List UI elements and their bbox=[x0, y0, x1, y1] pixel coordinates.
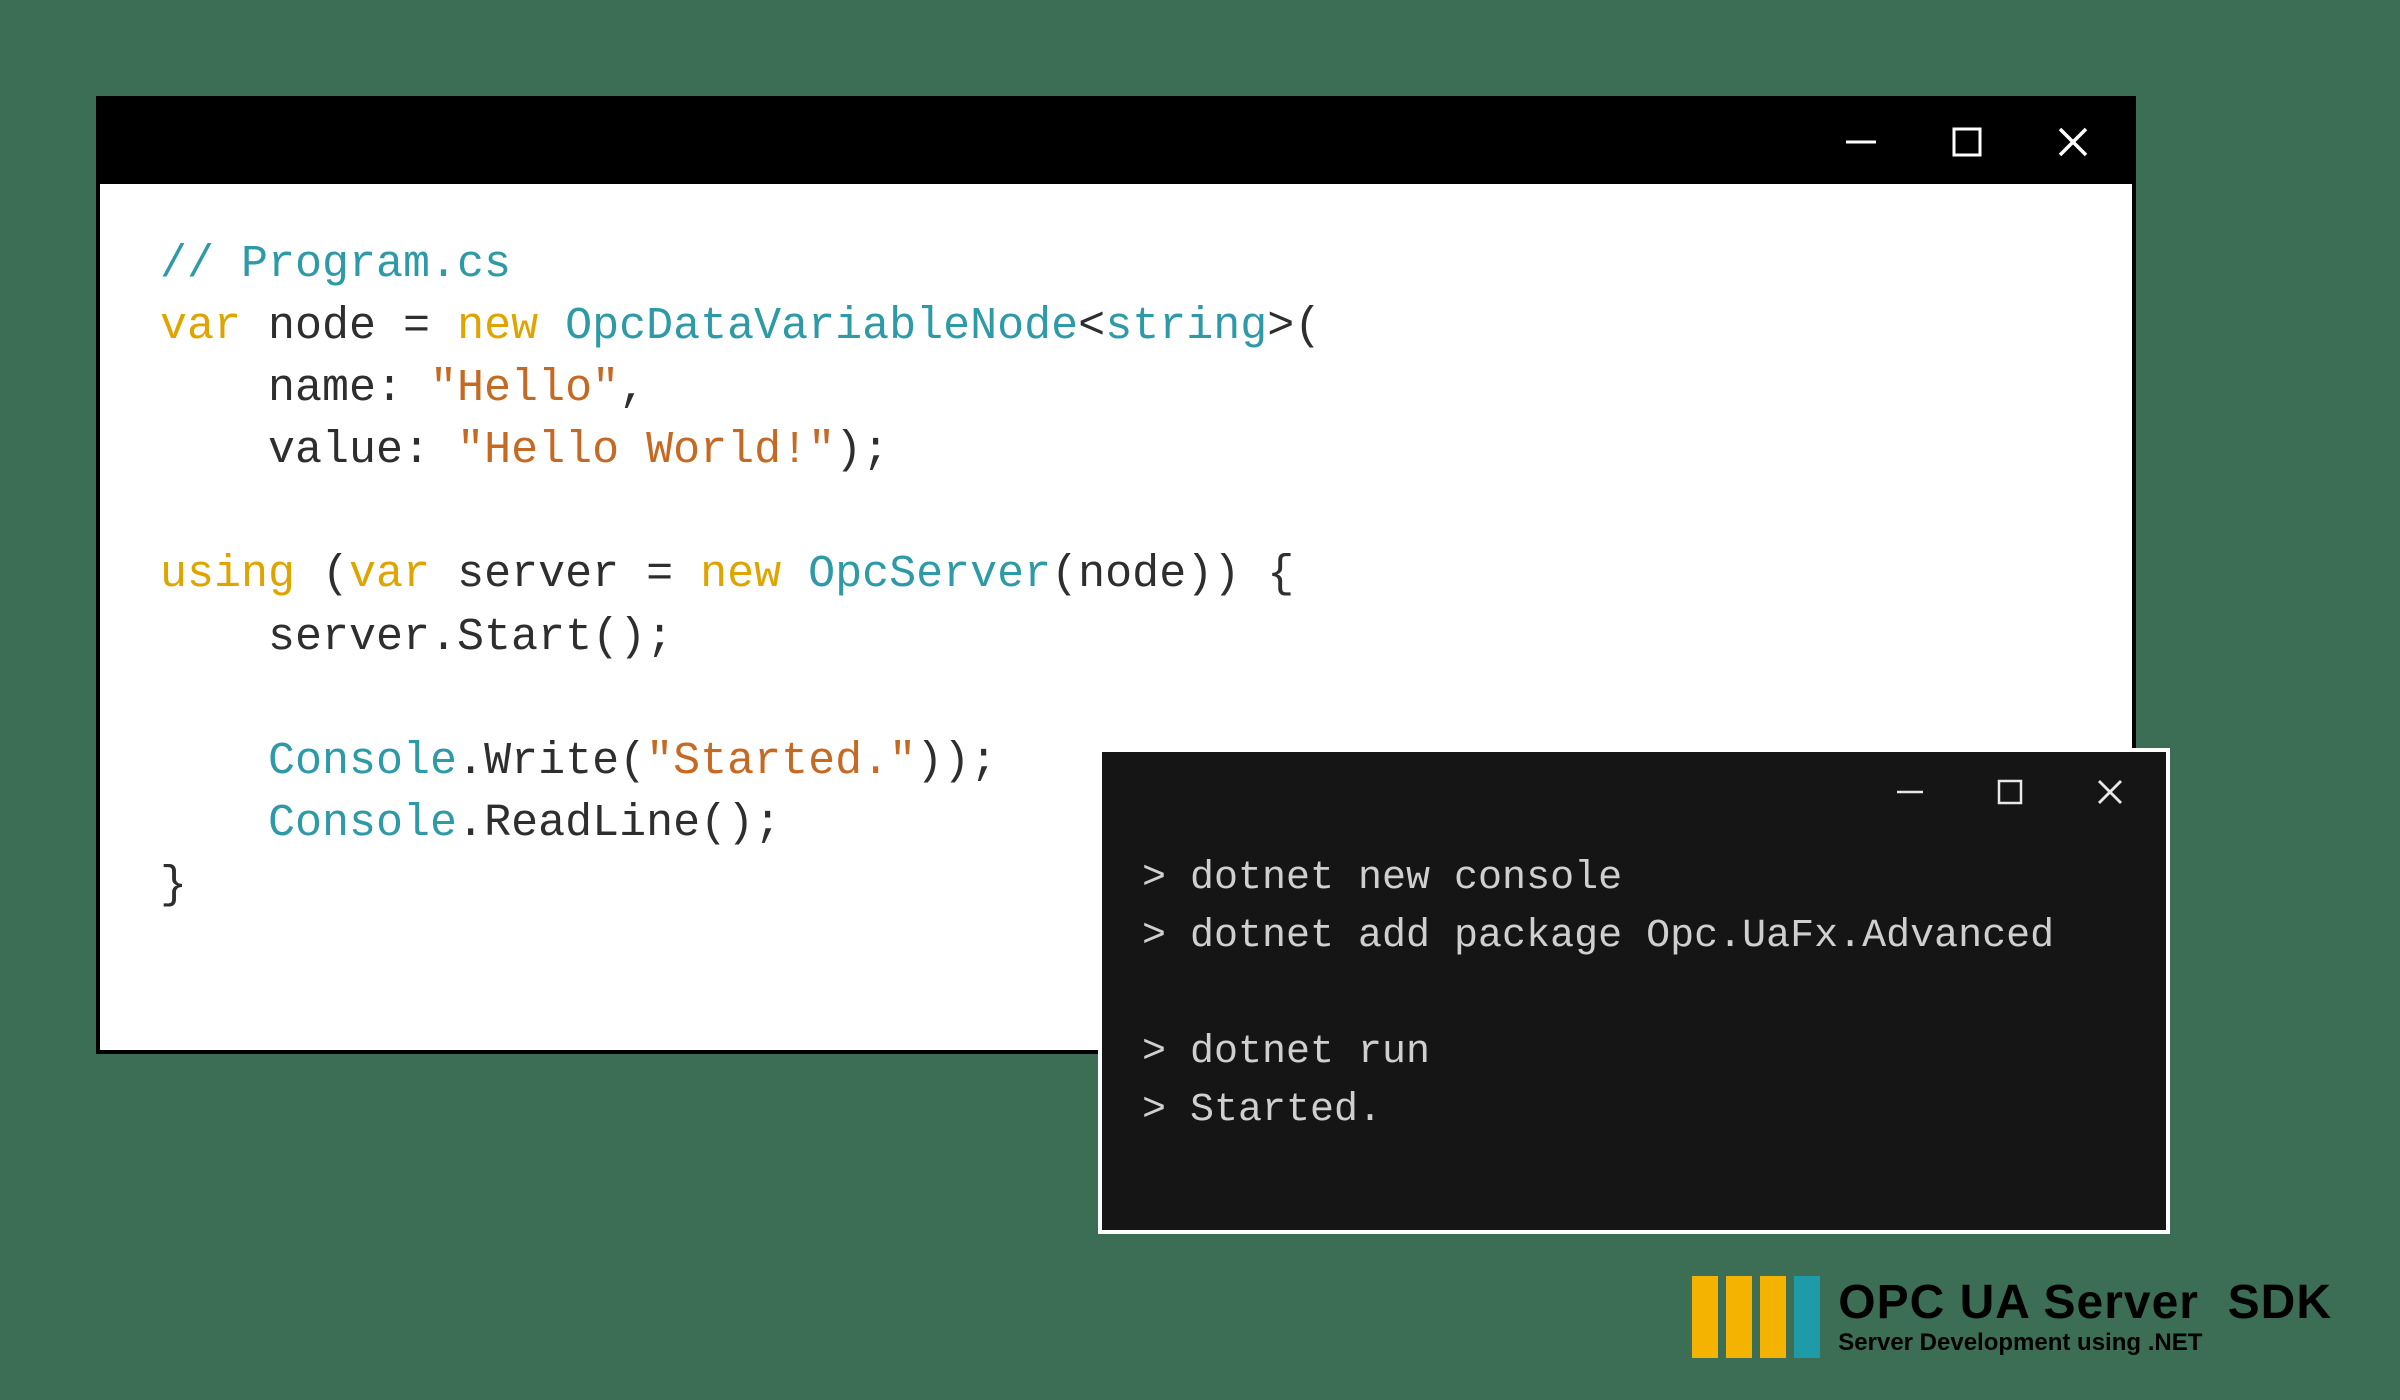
code-token: Console bbox=[268, 798, 457, 849]
code-token: "Started." bbox=[646, 736, 916, 787]
code-window-titlebar bbox=[100, 100, 2132, 184]
code-comment: // Program.cs bbox=[160, 239, 511, 290]
code-token: server = bbox=[430, 549, 700, 600]
code-token: Console bbox=[268, 736, 457, 787]
product-badge: OPC UA Server SDK Server Development usi… bbox=[1692, 1276, 2332, 1358]
maximize-icon bbox=[1995, 777, 2025, 807]
code-token: "Hello" bbox=[430, 363, 619, 414]
terminal-line: > dotnet new console bbox=[1142, 856, 1622, 901]
code-token: using bbox=[160, 549, 295, 600]
code-token: ( bbox=[295, 549, 349, 600]
close-icon bbox=[2094, 776, 2126, 808]
code-token: ); bbox=[835, 425, 889, 476]
code-token: >( bbox=[1267, 301, 1321, 352]
badge-title: OPC UA Server SDK bbox=[1838, 1279, 2332, 1327]
code-token: .ReadLine(); bbox=[457, 798, 781, 849]
code-token bbox=[160, 736, 268, 787]
logo-bar bbox=[1692, 1276, 1718, 1358]
minimize-icon bbox=[1893, 775, 1927, 809]
code-token: OpcServer bbox=[781, 549, 1051, 600]
code-token: var bbox=[160, 301, 241, 352]
terminal-content: > dotnet new console > dotnet add packag… bbox=[1102, 832, 2166, 1180]
logo-bar bbox=[1760, 1276, 1786, 1358]
close-button[interactable] bbox=[2080, 762, 2140, 822]
code-token: new bbox=[700, 549, 781, 600]
badge-subtitle: Server Development using .NET bbox=[1838, 1331, 2332, 1355]
logo-bar bbox=[1794, 1276, 1820, 1358]
maximize-button[interactable] bbox=[1934, 109, 2000, 175]
terminal-window: > dotnet new console > dotnet add packag… bbox=[1098, 748, 2170, 1234]
code-token: name: bbox=[160, 363, 430, 414]
close-button[interactable] bbox=[2040, 109, 2106, 175]
code-token: OpcDataVariableNode bbox=[538, 301, 1078, 352]
code-token: "Hello World!" bbox=[457, 425, 835, 476]
code-token: var bbox=[349, 549, 430, 600]
terminal-line: > dotnet add package Opc.UaFx.Advanced bbox=[1142, 914, 2054, 959]
code-token: node = bbox=[241, 301, 457, 352]
code-token: < bbox=[1078, 301, 1105, 352]
code-token: string bbox=[1105, 301, 1267, 352]
code-token: .Write( bbox=[457, 736, 646, 787]
badge-text: OPC UA Server SDK Server Development usi… bbox=[1838, 1279, 2332, 1355]
terminal-titlebar bbox=[1102, 752, 2166, 832]
code-token: )); bbox=[916, 736, 997, 787]
terminal-line: > dotnet run bbox=[1142, 1030, 1430, 1075]
code-token: value: bbox=[160, 425, 457, 476]
code-token: , bbox=[619, 363, 646, 414]
maximize-button[interactable] bbox=[1980, 762, 2040, 822]
code-token bbox=[160, 798, 268, 849]
logo-bar bbox=[1726, 1276, 1752, 1358]
logo-icon bbox=[1692, 1276, 1820, 1358]
code-token: new bbox=[457, 301, 538, 352]
minimize-button[interactable] bbox=[1880, 762, 1940, 822]
maximize-icon bbox=[1950, 125, 1984, 159]
code-token: server.Start(); bbox=[160, 612, 673, 663]
code-token: } bbox=[160, 860, 187, 911]
code-token: (node)) { bbox=[1051, 549, 1294, 600]
minimize-icon bbox=[1842, 123, 1880, 161]
terminal-line: > Started. bbox=[1142, 1088, 1382, 1133]
minimize-button[interactable] bbox=[1828, 109, 1894, 175]
close-icon bbox=[2054, 123, 2092, 161]
